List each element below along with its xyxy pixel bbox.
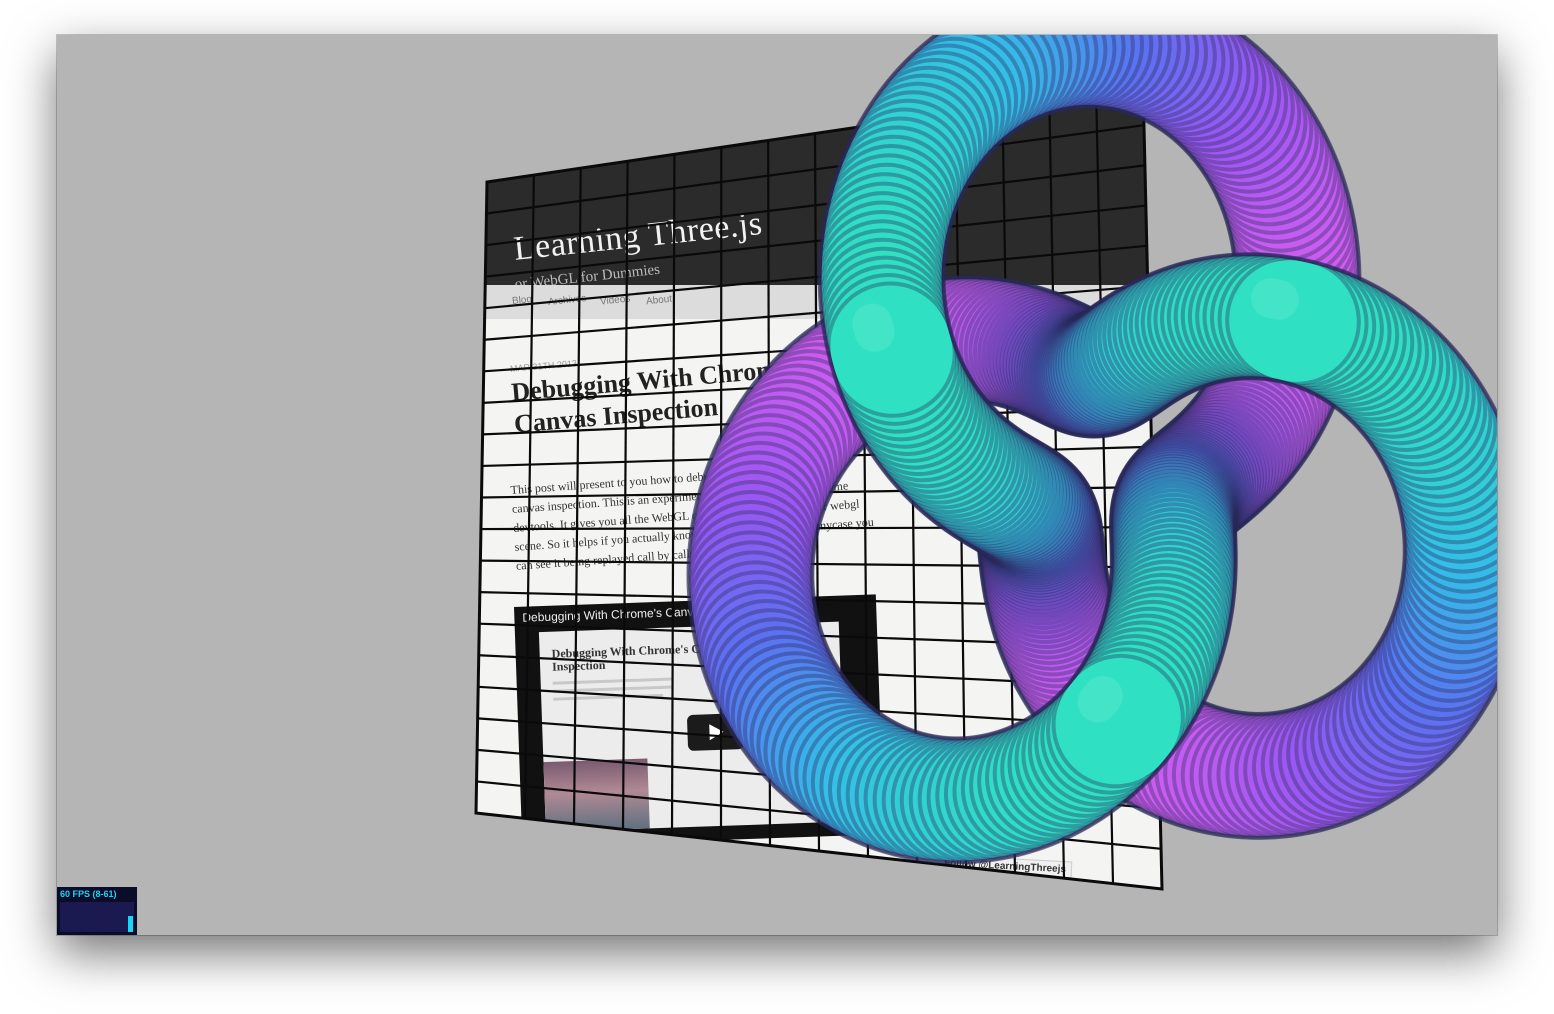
torus-segment-highlight xyxy=(1077,675,1123,723)
webgl-demo-window[interactable]: Learning Three.js or WebGL for Dummies B… xyxy=(57,35,1497,935)
torus-segment-highlight xyxy=(852,303,895,352)
fps-stats-panel[interactable]: 60 FPS (8-61) xyxy=(57,887,137,935)
torus-segment-highlight xyxy=(1251,278,1299,320)
torus-segment xyxy=(1229,260,1357,382)
fps-graph-bar xyxy=(128,916,133,932)
fps-graph xyxy=(60,902,134,932)
torus-segment xyxy=(830,285,953,414)
torus-segment xyxy=(1055,657,1181,785)
fps-counter: 60 FPS (8-61) xyxy=(60,889,117,899)
torus-knot[interactable] xyxy=(57,35,1497,935)
